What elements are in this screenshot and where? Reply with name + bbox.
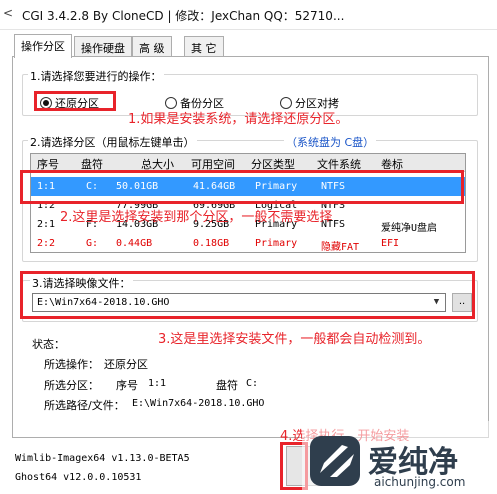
ghost-version: Ghost64 v12.0.0.10531 [15, 472, 142, 483]
cell-free: 0.18GB [193, 238, 230, 249]
status-seq-label: 序号 [116, 379, 138, 392]
status-part-label: 所选分区： [44, 379, 99, 392]
back-arrow-icon[interactable]: < [3, 6, 13, 20]
annotation-step-3: 3.这是里选择安装文件，一般都会自动检测到。 [158, 332, 431, 347]
operation-label: 1.请选择您要进行的操作： [28, 68, 164, 84]
status-path-label: 所选路径/文件： [44, 399, 125, 412]
tab-disk-ops[interactable]: 操作硬盘 [74, 36, 132, 57]
wimlib-version: Wimlib-Imagex64 v1.13.0-BETA5 [15, 453, 190, 464]
title-bar: < CGI 3.4.2.8 By CloneCD | 修改：JexChan QQ… [0, 0, 497, 30]
cell-index: 2:1 [37, 219, 56, 230]
watermark-url: aichunjing.com [374, 475, 466, 489]
status-op-value: 还原分区 [104, 358, 148, 371]
annotation-box-partition [20, 170, 464, 204]
annotation-box-image-file [20, 271, 475, 319]
cell-vol: 爱纯净U盘启 [381, 223, 438, 234]
status-seq-value: 1:1 [148, 378, 167, 389]
annotation-step-1: 1.如果是安装系统，请选择还原分区。 [128, 112, 349, 127]
status-drive-label: 盘符 [216, 379, 238, 392]
partition-label: 2.请选择分区（用鼠标左键单击） [28, 134, 197, 150]
annotation-box-restore [34, 91, 116, 111]
system-disk-hint: （系统盘为 C盘） [284, 134, 377, 150]
partition-row[interactable]: 2:2 G: 0.44GB 0.18GB Primary 隐藏FAT EFI [31, 234, 465, 253]
cell-vol: EFI [381, 238, 400, 249]
tab-advanced[interactable]: 高 级 [132, 36, 172, 57]
watermark: 爱纯净 aichunjing.com [302, 421, 497, 494]
status-path-value: E:\Win7x64-2018.10.GHO [132, 398, 265, 409]
window-title: CGI 3.4.2.8 By CloneCD | 修改：JexChan QQ：5… [22, 9, 345, 23]
cell-type: Primary [255, 238, 298, 249]
tab-other[interactable]: 其 它 [184, 36, 224, 57]
status-op-label: 所选操作： [44, 358, 99, 371]
annotation-step-2: 2.这里是选择安装到那个分区，一般不需要选择 [60, 210, 333, 225]
cell-total: 0.44GB [116, 238, 153, 249]
status-drive-value: C: [246, 378, 259, 389]
tab-partition-ops[interactable]: 操作分区 [14, 34, 72, 58]
status-title: 状态： [32, 338, 65, 351]
cell-drive: G: [86, 238, 99, 249]
cell-fs: 隐藏FAT [321, 242, 360, 253]
cell-index: 2:2 [37, 238, 56, 249]
